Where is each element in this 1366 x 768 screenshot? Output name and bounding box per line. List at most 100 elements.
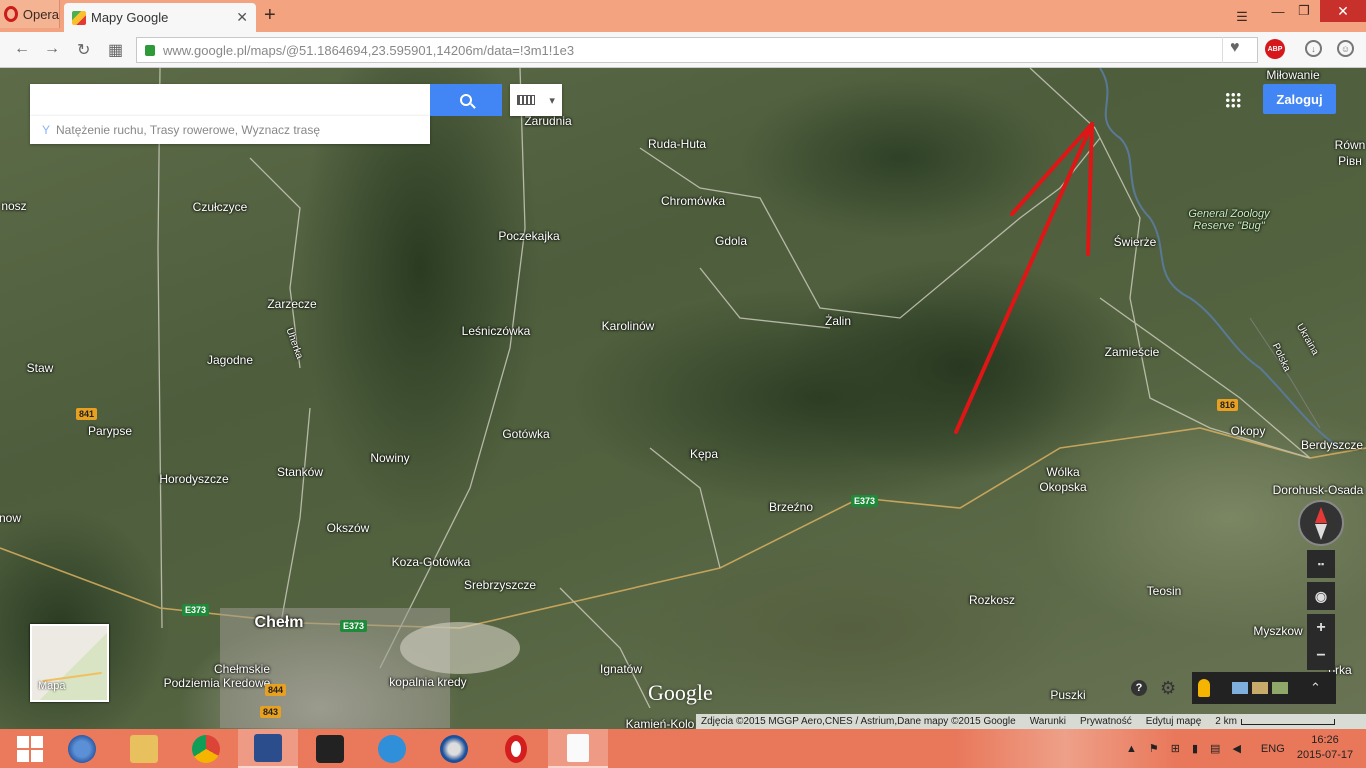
imagery-thumb[interactable]: [1272, 682, 1288, 694]
address-field[interactable]: www.google.pl /maps/@51.1864694,23.59590…: [136, 37, 1258, 63]
keyboard-icon: [517, 95, 536, 105]
place-label: Poczekajka: [498, 229, 560, 243]
taskbar-app[interactable]: [486, 729, 546, 768]
terms-link[interactable]: Warunki: [1030, 716, 1066, 727]
search-hint-bar[interactable]: Y Natężenie ruchu, Trasy rowerowe, Wyzna…: [30, 116, 430, 144]
place-label: Podziemia Kredowe: [163, 676, 271, 690]
place-label: nosz: [1, 199, 27, 213]
tab-close-icon[interactable]: ✕: [236, 9, 248, 26]
imagery-thumb[interactable]: [1232, 682, 1248, 694]
privacy-link[interactable]: Prywatność: [1080, 716, 1132, 727]
account-icon[interactable]: ☺: [1337, 40, 1354, 57]
taskbar-app[interactable]: [424, 729, 484, 768]
settings-gear-icon[interactable]: ⚙: [1160, 678, 1176, 699]
tilt-grid-button[interactable]: ▪▪: [1307, 550, 1335, 578]
clock[interactable]: 16:26 2015-07-17: [1290, 733, 1360, 763]
place-label: Myszkow: [1253, 624, 1303, 638]
place-label: Zarzecze: [267, 297, 317, 311]
zoom-out-button[interactable]: −: [1307, 642, 1335, 670]
google-maps-favicon-icon: [72, 10, 86, 25]
place-label: now: [0, 511, 22, 525]
close-window-button[interactable]: ✕: [1320, 0, 1366, 22]
place-label: Świerże: [1113, 235, 1157, 249]
battery-icon[interactable]: ▮: [1192, 742, 1198, 755]
place-label: Czułczyce: [192, 200, 248, 214]
imagery-thumb[interactable]: [1252, 682, 1268, 694]
minimize-button[interactable]: —: [1270, 0, 1286, 22]
divider: [1222, 37, 1223, 63]
adblock-plus-icon[interactable]: ABP: [1265, 39, 1285, 59]
map-view-toggle[interactable]: Mapa: [30, 624, 109, 702]
place-label: Okopy: [1230, 424, 1266, 438]
zoom-in-button[interactable]: +: [1307, 614, 1335, 642]
speed-dial-icon[interactable]: ▦: [108, 40, 123, 60]
place-label: Rozkosz: [968, 593, 1016, 607]
road-number-badge: E373: [182, 604, 210, 616]
place-label: Okopska: [1039, 480, 1087, 494]
network-icon[interactable]: ▤: [1210, 742, 1220, 755]
windows-tray-icon[interactable]: ⊞: [1171, 742, 1180, 755]
start-button[interactable]: [0, 729, 60, 768]
taskbar-app[interactable]: [362, 729, 422, 768]
expand-chevron-icon[interactable]: ⌃: [1310, 680, 1321, 696]
reserve-name-line: General Zoology: [1188, 208, 1270, 220]
search-button[interactable]: [430, 84, 502, 116]
place-label: Gdola: [714, 234, 748, 248]
scale-label: 2 km: [1215, 716, 1237, 727]
download-icon[interactable]: ↓: [1305, 40, 1322, 57]
place-label: Żalin: [824, 314, 852, 328]
scale-bar-line: [1240, 718, 1335, 725]
taskbar-app[interactable]: [238, 729, 298, 768]
help-icon[interactable]: ?: [1131, 680, 1147, 696]
place-label: Puszki: [1050, 688, 1086, 702]
lock-icon: [145, 44, 155, 56]
scale-bar[interactable]: 2 km: [1215, 716, 1335, 727]
place-label: Ignatów: [599, 662, 643, 676]
compass-south-icon: [1315, 524, 1327, 540]
place-label: Chełmskie: [213, 662, 271, 676]
search-box[interactable]: [30, 84, 430, 116]
taskbar-app[interactable]: [114, 729, 174, 768]
place-label: Miłowanie: [1266, 68, 1320, 82]
back-icon[interactable]: ←: [14, 40, 30, 58]
taskbar-app[interactable]: [548, 729, 608, 768]
edit-map-link[interactable]: Edytuj mapę: [1146, 716, 1202, 727]
place-label: Stanków: [276, 465, 324, 479]
volume-icon[interactable]: ◀: [1232, 742, 1240, 755]
browser-title-bar: Opera Mapy Google ✕ + ☰ — ❐ ✕: [0, 0, 1366, 32]
google-logo: Google: [648, 680, 713, 705]
search-input[interactable]: [30, 84, 430, 116]
apps-grid-icon[interactable]: [1225, 92, 1241, 108]
taskbar-app[interactable]: [300, 729, 360, 768]
new-tab-button[interactable]: +: [264, 4, 276, 27]
my-location-button[interactable]: ◉: [1307, 582, 1335, 610]
url-path: /maps/@51.1864694,23.595901,14206m/data=…: [246, 42, 575, 58]
login-button[interactable]: Zaloguj: [1263, 84, 1336, 114]
place-label: Parypse: [87, 424, 133, 438]
compass-control[interactable]: [1298, 500, 1344, 546]
reload-icon[interactable]: ↻: [77, 40, 90, 60]
place-label: Chromówka: [660, 194, 726, 208]
heart-icon[interactable]: ♥: [1230, 39, 1240, 57]
place-label: General Zoology Reserve "Bug": [1188, 208, 1269, 232]
reserve-name-line: Reserve "Bug": [1193, 220, 1265, 232]
tab-mapy-google[interactable]: Mapy Google ✕: [64, 3, 256, 32]
place-label: Berdyszcze: [1300, 438, 1364, 452]
road-number-badge: 841: [76, 408, 98, 420]
maximize-button[interactable]: ❐: [1296, 0, 1312, 22]
pegman-icon[interactable]: [1198, 679, 1210, 697]
place-label: Gotówka: [502, 427, 550, 441]
tab-menu-icon[interactable]: ☰: [1232, 6, 1252, 28]
input-tools-button[interactable]: ▾: [510, 84, 562, 116]
place-label: Zamieście: [1104, 345, 1160, 359]
windows-logo-icon: [17, 735, 43, 762]
taskbar-app[interactable]: [52, 729, 112, 768]
language-indicator[interactable]: ENG: [1261, 743, 1285, 755]
tray-expand-icon[interactable]: ▲: [1126, 743, 1137, 755]
satellite-map[interactable]: Zarudnia Ruda-Huta Miłowanie Równ Рівн n…: [0, 68, 1366, 729]
forward-icon[interactable]: →: [44, 40, 60, 58]
taskbar-app[interactable]: [176, 729, 236, 768]
opera-menu-button[interactable]: Opera: [0, 0, 60, 28]
action-center-icon[interactable]: ⚑: [1149, 742, 1159, 755]
navigation-bar: ← → ↻ ▦ www.google.pl /maps/@51.1864694,…: [0, 32, 1366, 68]
